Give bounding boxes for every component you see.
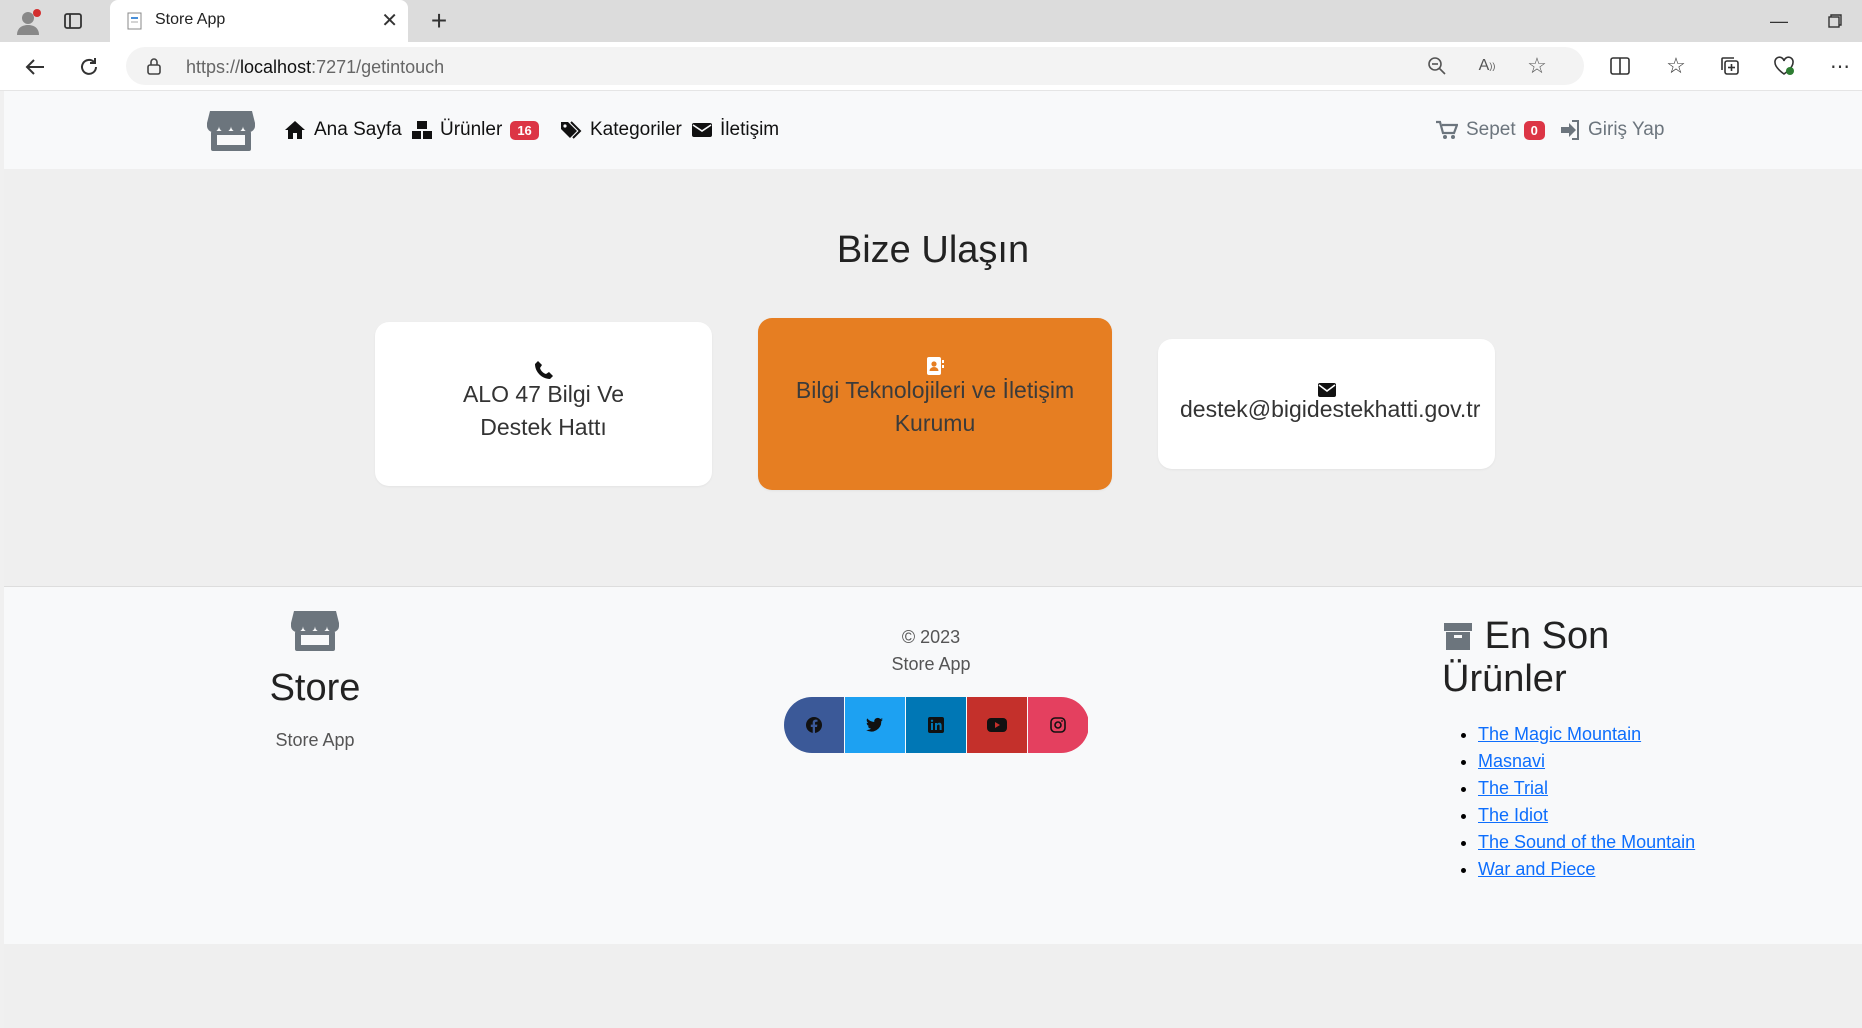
organization-card-text: Bilgi Teknolojileri ve İletişim Kurumu xyxy=(795,377,1075,436)
list-item: The Idiot xyxy=(1478,802,1702,829)
home-icon xyxy=(285,121,305,139)
instagram-button[interactable] xyxy=(1028,697,1088,753)
nav-home-label: Ana Sayfa xyxy=(314,119,402,140)
browser-essentials-icon[interactable] xyxy=(1770,52,1798,80)
split-screen-icon[interactable] xyxy=(1606,52,1634,80)
browser-tab[interactable]: Store App ✕ xyxy=(110,0,408,42)
restore-icon[interactable] xyxy=(1820,6,1850,36)
youtube-button[interactable] xyxy=(967,697,1027,753)
back-icon[interactable] xyxy=(20,52,50,82)
more-menu-icon[interactable]: ⋯ xyxy=(1826,52,1854,80)
sign-in-icon xyxy=(1561,120,1579,140)
latest-products-title: En Son Ürünler xyxy=(1442,615,1702,701)
list-item: The Trial xyxy=(1478,775,1702,802)
collections-icon[interactable] xyxy=(1716,52,1744,80)
phone-card-text: ALO 47 Bilgi Ve Destek Hattı xyxy=(462,381,625,440)
footer-brand-sub: Store App xyxy=(275,730,355,750)
copyright: © 2023 xyxy=(901,627,961,647)
linkedin-button[interactable] xyxy=(906,697,966,753)
latest-products: En Son Ürünler The Magic Mountain Masnav… xyxy=(1442,615,1702,883)
product-link[interactable]: Masnavi xyxy=(1478,751,1545,771)
address-book-icon xyxy=(758,352,1112,375)
email-card: destek@bigidestekhatti.gov.tr xyxy=(1158,339,1495,469)
box-icon xyxy=(1444,623,1472,650)
site-info-icon[interactable] xyxy=(144,56,164,76)
list-item: Masnavi xyxy=(1478,748,1702,775)
product-link[interactable]: The Idiot xyxy=(1478,805,1548,825)
nav-login[interactable]: Giriş Yap xyxy=(1560,119,1664,141)
product-link[interactable]: The Magic Mountain xyxy=(1478,724,1641,744)
minimize-icon[interactable]: — xyxy=(1764,6,1794,36)
list-item: The Magic Mountain xyxy=(1478,721,1702,748)
product-link[interactable]: War and Piece xyxy=(1478,859,1595,879)
browser-toolbar: https://localhost:7271/getintouch A)) ☆ … xyxy=(0,42,1862,91)
browser-tab-strip: Store App ✕ + — xyxy=(0,0,1862,42)
tags-icon xyxy=(561,121,582,139)
cart-count-badge: 0 xyxy=(1523,120,1545,140)
nav-home[interactable]: Ana Sayfa xyxy=(284,119,402,141)
nav-categories-label: Kategoriler xyxy=(590,119,682,140)
url-text: https://localhost:7271/getintouch xyxy=(186,57,445,77)
web-page: Ana Sayfa Ürünler 16 Kategoriler İletişi… xyxy=(4,91,1862,1028)
facebook-button[interactable] xyxy=(784,697,844,753)
products-count-badge: 16 xyxy=(510,120,539,140)
envelope-icon xyxy=(1158,373,1495,397)
phone-card: ALO 47 Bilgi Ve Destek Hattı xyxy=(375,322,712,486)
facebook-icon xyxy=(806,717,822,734)
new-tab-icon[interactable]: + xyxy=(424,5,454,36)
phone-icon xyxy=(375,356,712,379)
nav-contact[interactable]: İletişim xyxy=(692,119,779,141)
envelope-icon xyxy=(692,123,712,137)
zoom-out-icon[interactable] xyxy=(1426,55,1448,77)
address-bar[interactable]: https://localhost:7271/getintouch A)) ☆ xyxy=(126,47,1584,85)
read-aloud-icon[interactable]: A)) xyxy=(1476,55,1498,77)
linkedin-icon xyxy=(928,717,944,733)
product-link[interactable]: The Trial xyxy=(1478,778,1548,798)
latest-products-list: The Magic Mountain Masnavi The Trial The… xyxy=(1442,721,1702,883)
instagram-icon xyxy=(1050,717,1066,733)
list-item: The Sound of the Mountain xyxy=(1478,829,1702,856)
store-logo-icon[interactable] xyxy=(206,105,256,153)
youtube-icon xyxy=(987,718,1007,732)
nav-login-label: Giriş Yap xyxy=(1588,119,1665,140)
site-navbar: Ana Sayfa Ürünler 16 Kategoriler İletişi… xyxy=(4,91,1862,170)
tab-close-icon[interactable]: ✕ xyxy=(381,8,398,33)
boxes-icon xyxy=(412,121,432,139)
organization-card: Bilgi Teknolojileri ve İletişim Kurumu xyxy=(758,318,1112,490)
nav-cart-label: Sepet xyxy=(1466,119,1516,140)
footer-store-logo-icon xyxy=(290,605,340,653)
email-card-text: destek@bigidestekhatti.gov.tr xyxy=(1180,396,1481,422)
nav-products-label: Ürünler xyxy=(440,119,503,140)
page-bottom-area xyxy=(4,944,1862,1028)
favorites-icon[interactable]: ☆ xyxy=(1662,52,1690,80)
copyright-sub: Store App xyxy=(891,654,971,674)
page-favicon-icon xyxy=(126,12,144,30)
profile-icon[interactable] xyxy=(12,6,44,38)
page-title: Bize Ulaşın xyxy=(836,229,1030,271)
nav-contact-label: İletişim xyxy=(720,119,780,140)
tab-title: Store App xyxy=(155,11,226,28)
contact-section: Bize Ulaşın ALO 47 Bilgi Ve Destek Hattı… xyxy=(4,169,1862,586)
footer-brand: Store xyxy=(269,667,361,709)
product-link[interactable]: The Sound of the Mountain xyxy=(1478,832,1695,852)
nav-cart[interactable]: Sepet 0 xyxy=(1436,119,1545,141)
social-links xyxy=(784,697,1089,753)
twitter-button[interactable] xyxy=(845,697,905,753)
tab-actions-icon[interactable] xyxy=(60,8,86,34)
favorite-star-icon[interactable]: ☆ xyxy=(1526,53,1548,78)
refresh-icon[interactable] xyxy=(74,52,104,82)
nav-categories[interactable]: Kategoriler xyxy=(560,119,682,141)
list-item: War and Piece xyxy=(1478,856,1702,883)
twitter-icon xyxy=(866,717,883,732)
cart-icon xyxy=(1436,120,1458,139)
nav-products[interactable]: Ürünler 16 xyxy=(412,119,539,141)
